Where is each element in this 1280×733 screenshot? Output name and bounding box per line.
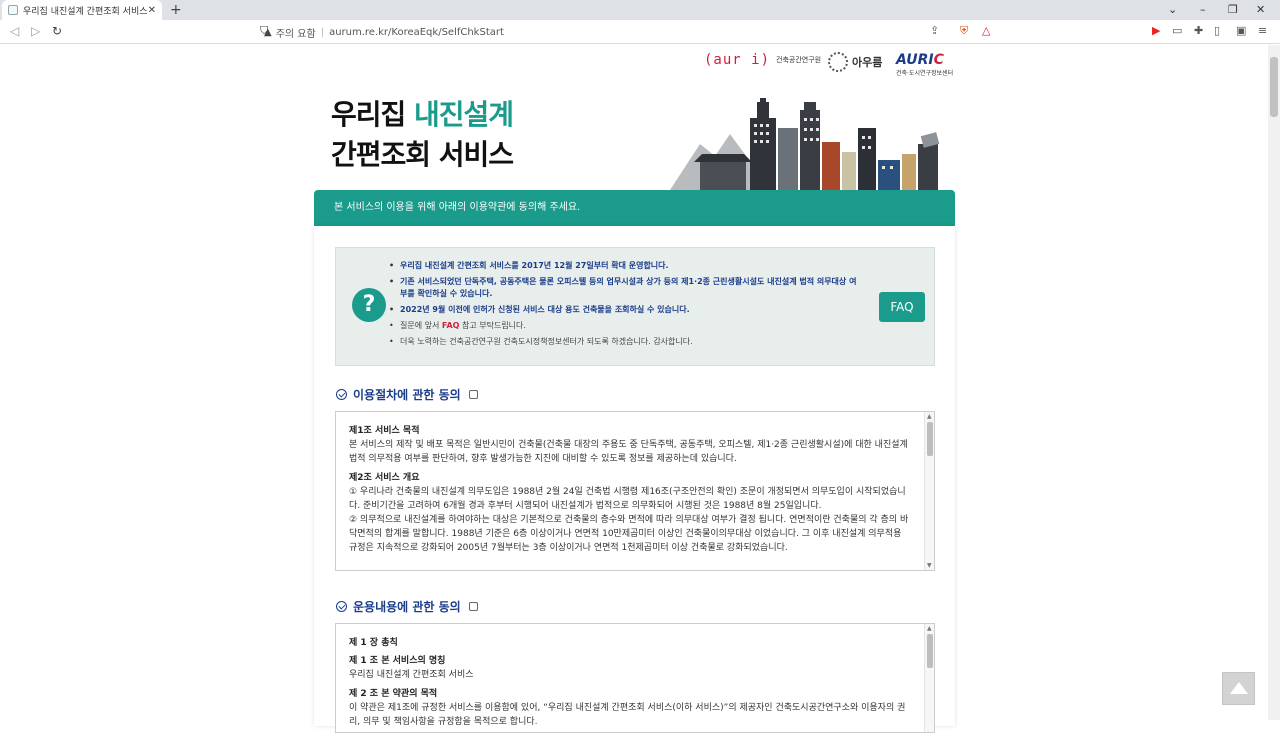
operation-terms-box[interactable]: 제 1 장 총칙 제 1 조 본 서비스의 명칭 우리집 내진설계 간편조회 서… bbox=[335, 623, 935, 733]
browser-tab-strip: 우리집 내진설계 간편조회 서비스 ✕ + ⌄ – ❐ ✕ bbox=[0, 0, 1280, 20]
check-circle-icon bbox=[336, 601, 347, 612]
tab-title: 우리집 내진설계 간편조회 서비스 bbox=[23, 6, 148, 17]
browser-tab[interactable]: 우리집 내진설계 간편조회 서비스 ✕ bbox=[2, 0, 162, 20]
article-heading: 제1조 서비스 목적 bbox=[349, 426, 420, 436]
minimize-icon[interactable]: – bbox=[1200, 0, 1206, 20]
article-heading: 제2조 서비스 개요 bbox=[349, 473, 420, 483]
article-text: 본 서비스의 제작 및 배포 목적은 일반시민이 건축물(건축물 대장의 주용도… bbox=[349, 440, 908, 464]
close-window-icon[interactable]: ✕ bbox=[1256, 0, 1265, 20]
auric-logo[interactable]: AURIC 건축·도시연구정보센터 bbox=[896, 52, 953, 77]
menu-icon[interactable]: ≡ bbox=[1258, 24, 1267, 37]
check-circle-icon bbox=[336, 389, 347, 400]
address-bar[interactable]: ▲ 주의 요함 | aurum.re.kr/KoreaEqk/SelfChkSt… bbox=[254, 22, 998, 42]
brave-rewards-icon[interactable]: △ bbox=[982, 24, 990, 37]
question-icon: ? bbox=[352, 288, 386, 322]
section-operation-title: 운용내용에 관한 동의 bbox=[353, 600, 461, 614]
sidebar-icon[interactable]: ▯ bbox=[1214, 24, 1220, 37]
url-text[interactable]: aurum.re.kr/KoreaEqk/SelfChkStart bbox=[329, 27, 504, 38]
security-label[interactable]: 주의 요함 bbox=[276, 25, 316, 40]
procedure-terms-scrollbar[interactable]: ▲ ▼ bbox=[924, 412, 934, 570]
scroll-up-icon[interactable]: ▲ bbox=[927, 625, 932, 632]
scroll-thumb[interactable] bbox=[927, 634, 933, 668]
city-skyline-illustration bbox=[670, 98, 940, 190]
restore-icon[interactable]: ❐ bbox=[1228, 0, 1238, 20]
page-scrollbar[interactable] bbox=[1268, 45, 1280, 720]
forward-icon[interactable]: ▷ bbox=[31, 24, 40, 38]
chapter-heading: 제 1 장 총칙 bbox=[349, 638, 398, 648]
back-icon[interactable]: ◁ bbox=[10, 24, 19, 38]
faq-link[interactable]: FAQ bbox=[442, 321, 460, 330]
reload-icon[interactable]: ↻ bbox=[52, 24, 62, 38]
tab-search-icon[interactable]: ⌄ bbox=[1168, 0, 1177, 20]
wallet-icon[interactable]: ▣ bbox=[1236, 24, 1246, 37]
favicon-icon bbox=[8, 5, 18, 15]
article-heading: 제 2 조 본 약관의 목적 bbox=[349, 689, 438, 699]
operation-agree-checkbox[interactable] bbox=[468, 602, 478, 611]
youtube-ext-icon[interactable]: ▶ bbox=[1152, 24, 1160, 37]
scroll-thumb[interactable] bbox=[927, 422, 933, 456]
address-toolbar: ◁ ▷ ↻ ⛉ ▲ 주의 요함 | aurum.re.kr/KoreaEqk/S… bbox=[0, 20, 1280, 44]
aurum-mark-icon bbox=[828, 52, 848, 72]
address-separator: | bbox=[320, 26, 325, 38]
auric-subtitle: 건축·도시연구정보센터 bbox=[896, 70, 954, 77]
auri-text: 건축공간연구원 bbox=[776, 56, 822, 64]
aurum-text: 아우름 bbox=[852, 56, 883, 69]
brave-shield-icon[interactable]: ⛨ bbox=[960, 24, 968, 38]
extensions-icon[interactable]: ✚ bbox=[1194, 24, 1203, 37]
scroll-down-icon[interactable]: ▼ bbox=[927, 562, 932, 569]
section-procedure-title: 이용절차에 관한 동의 bbox=[353, 388, 461, 402]
auri-mark: (aur i) bbox=[704, 52, 771, 68]
aurum-logo[interactable]: 아우름 bbox=[828, 52, 882, 72]
notice-item: 우리집 내진설계 간편조회 서비스를 2017년 12월 27일부터 확대 운영… bbox=[389, 260, 860, 272]
notice-box: ? 우리집 내진설계 간편조회 서비스를 2017년 12월 27일부터 확대 … bbox=[335, 247, 935, 366]
new-tab-button[interactable]: + bbox=[170, 0, 182, 20]
article-text: ① 우리나라 건축물의 내진설계 의무도입은 1988년 2월 24일 건축법 … bbox=[349, 487, 906, 511]
operation-terms-scrollbar[interactable]: ▲ bbox=[924, 624, 934, 732]
notice-item-faq: 질문에 앞서 FAQ 참고 부탁드립니다. bbox=[389, 320, 860, 332]
procedure-terms-box[interactable]: 제1조 서비스 목적 본 서비스의 제작 및 배포 목적은 일반시민이 건축물(… bbox=[335, 411, 935, 571]
scroll-to-top-button[interactable] bbox=[1222, 672, 1255, 705]
faq-button[interactable]: FAQ bbox=[879, 292, 925, 322]
auri-logo[interactable]: (aur i) 건축공간연구원 bbox=[704, 52, 821, 68]
warning-icon[interactable]: ▲ bbox=[264, 27, 272, 38]
page-title: 우리집 내진설계 간편조회 서비스 bbox=[331, 98, 514, 171]
article-text: 이 약관은 제1조에 규정한 서비스를 이용함에 있어, “우리집 내진설계 간… bbox=[349, 703, 906, 727]
notice-item: 기존 서비스되었던 단독주택, 공동주택은 물론 오피스텔 등의 업무시설과 상… bbox=[389, 276, 860, 300]
auric-mark: AURIC bbox=[896, 52, 944, 68]
article-text: ② 의무적으로 내진설계를 하여야하는 대상은 기본적으로 건축물의 층수와 면… bbox=[349, 515, 909, 553]
article-heading: 제 1 조 본 서비스의 명칭 bbox=[349, 656, 446, 666]
ext-icon-2[interactable]: ▭ bbox=[1172, 24, 1182, 37]
terms-banner: 본 서비스의 이용을 위해 아래의 이용약관에 동의해 주세요. bbox=[314, 190, 955, 226]
share-icon[interactable]: ⇪ bbox=[930, 24, 939, 37]
notice-list: 우리집 내진설계 간편조회 서비스를 2017년 12월 27일부터 확대 운영… bbox=[389, 260, 860, 352]
section-operation-header: 운용내용에 관한 동의 bbox=[336, 598, 478, 615]
terms-panel: ? 우리집 내진설계 간편조회 서비스를 2017년 12월 27일부터 확대 … bbox=[314, 226, 955, 733]
section-procedure-header: 이용절차에 관한 동의 bbox=[336, 386, 478, 403]
article-text: 우리집 내진설계 간편조회 서비스 bbox=[349, 670, 474, 680]
procedure-agree-checkbox[interactable] bbox=[468, 390, 478, 399]
notice-item: 더욱 노력하는 건축공간연구원 건축도시정책정보센터가 되도록 하겠습니다. 감… bbox=[389, 336, 860, 348]
tab-close-icon[interactable]: ✕ bbox=[148, 5, 156, 16]
scroll-up-icon[interactable]: ▲ bbox=[927, 413, 932, 420]
notice-item: 2022년 9월 이전에 인허가 신청된 서비스 대상 용도 건축물을 조회하실… bbox=[389, 304, 860, 316]
